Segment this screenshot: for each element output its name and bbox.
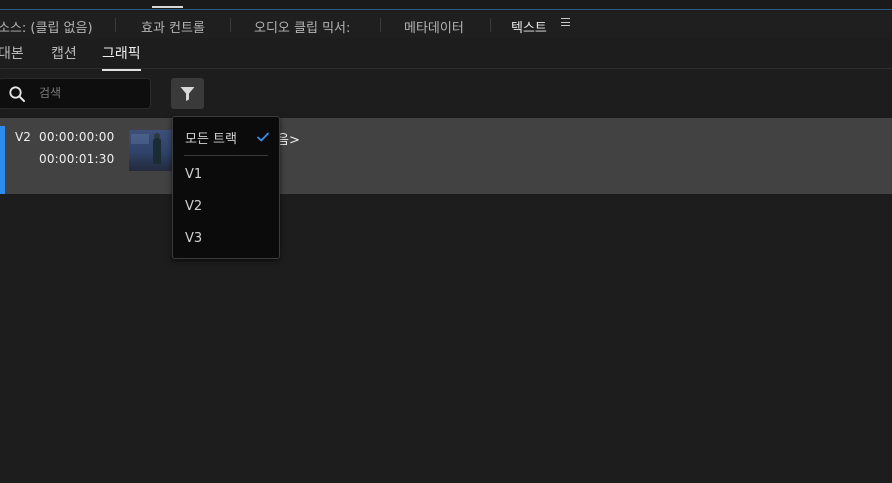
menu-icon[interactable] (561, 18, 570, 26)
track-filter-dropdown: 모든 트랙 V1 V2 V3 (172, 116, 280, 259)
dropdown-item-v2[interactable]: V2 (185, 199, 202, 214)
tab-metadata[interactable]: 메타데이터 (404, 17, 464, 36)
tab-graphics[interactable]: 그래픽 (102, 43, 141, 71)
sub-tab-bar: 대본 캡션 그래픽 (0, 38, 892, 71)
tab-separator (380, 18, 381, 32)
check-icon (257, 132, 269, 142)
dropdown-item-all-tracks[interactable]: 모든 트랙 (185, 128, 237, 147)
tab-separator (490, 18, 491, 32)
clip-row[interactable]: V2 00:00:00:00 00:00:01:30 음> (0, 118, 892, 194)
search-icon (9, 86, 25, 102)
tab-text-label: 텍스트 (511, 21, 547, 36)
tab-transcript[interactable]: 대본 (0, 43, 24, 63)
search-box[interactable] (0, 78, 151, 109)
panel-tab-bar: 소스: (클립 없음) 효과 컨트롤 오디오 클립 믹서: 메타데이터 텍스트 (0, 11, 892, 41)
clip-timecode-out: 00:00:01:30 (39, 152, 115, 166)
tab-captions[interactable]: 캡션 (51, 43, 77, 63)
clip-thumbnail (129, 130, 173, 171)
filter-button[interactable] (171, 78, 204, 109)
dropdown-item-v3[interactable]: V3 (185, 231, 202, 246)
tab-effect-controls[interactable]: 효과 컨트롤 (141, 17, 205, 36)
search-input[interactable] (39, 83, 144, 103)
tab-separator (115, 18, 116, 32)
dropdown-divider (184, 155, 268, 156)
dropdown-item-v1[interactable]: V1 (185, 167, 202, 182)
text-panel: 소스: (클립 없음) 효과 컨트롤 오디오 클립 믹서: 메타데이터 텍스트 … (0, 0, 892, 483)
tab-active-underline (102, 69, 141, 71)
tab-separator (230, 18, 231, 32)
tab-source[interactable]: 소스: (클립 없음) (0, 17, 93, 36)
filter-icon (180, 87, 195, 101)
clip-name[interactable]: 음> (277, 129, 300, 148)
active-panel-indicator (152, 6, 183, 8)
panel-focus-line (0, 9, 892, 10)
clip-timecode-in: 00:00:00:00 (39, 130, 115, 144)
window-top-strip (0, 0, 892, 11)
clip-track-label: V2 (15, 130, 31, 144)
clip-selection-accent (0, 126, 5, 194)
tab-graphics-label: 그래픽 (102, 46, 141, 62)
tab-audio-clip-mixer[interactable]: 오디오 클립 믹서: (254, 17, 350, 36)
